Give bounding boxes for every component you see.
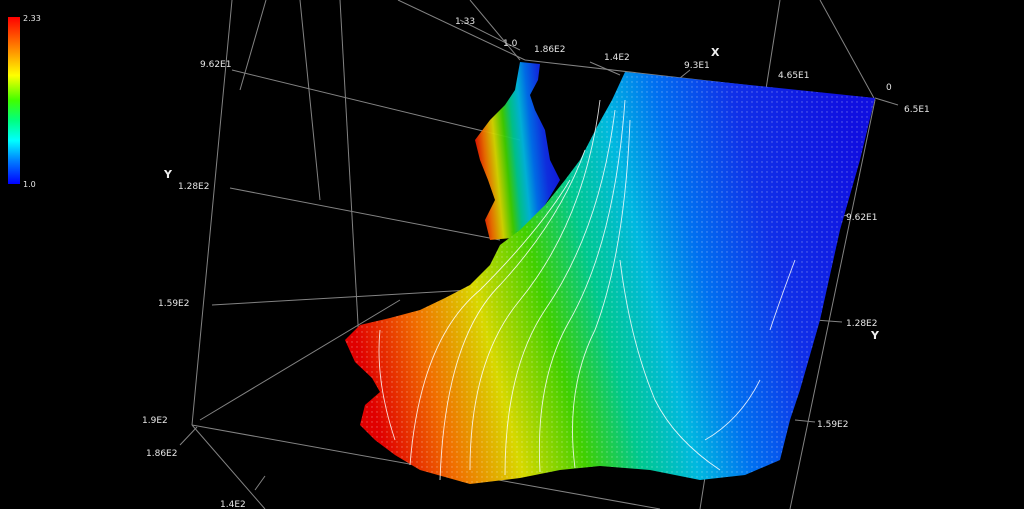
x-axis-title: X: [711, 46, 720, 59]
x-tick-93: 9.3E1: [684, 61, 710, 71]
colorbar-max-label: 2.33: [23, 14, 41, 23]
yr-tick-159: 1.59E2: [817, 420, 848, 430]
x-tick-140: 1.4E2: [604, 53, 630, 63]
yl-tick-159: 1.59E2: [158, 299, 189, 309]
y-right-axis-title: Y: [870, 329, 880, 342]
colorbar: [8, 17, 20, 184]
bottom-axis-ticks: 1.86E2 1.4E2: [146, 449, 246, 509]
z-tick-1-0: 1.0: [503, 39, 518, 49]
z-tick-1-33: 1.33: [455, 17, 475, 27]
surface-plot[interactable]: 1.33 1.0 1.86E2 1.4E2 9.3E1 4.65E1 0 X 6…: [0, 0, 1024, 509]
3d-surface-viewport[interactable]: 1.33 1.0 1.86E2 1.4E2 9.3E1 4.65E1 0 X 6…: [0, 0, 1024, 509]
yl-tick-962: 9.62E1: [200, 60, 231, 70]
y-left-axis-title: Y: [163, 168, 173, 181]
x-tick-46: 4.65E1: [778, 71, 809, 81]
yr-tick-128: 1.28E2: [846, 319, 877, 329]
colorbar-min-label: 1.0: [23, 180, 36, 189]
bottom-tick-140: 1.4E2: [220, 500, 246, 509]
y-left-axis-ticks: 9.62E1 1.28E2 1.59E2 1.9E2 Y: [142, 60, 231, 426]
x-tick-0: 0: [886, 83, 892, 93]
yl-tick-128: 1.28E2: [178, 182, 209, 192]
yr-tick-65: 6.5E1: [904, 105, 930, 115]
surface-texture: [345, 72, 875, 484]
bottom-tick-186: 1.86E2: [146, 449, 177, 459]
yr-tick-962: 9.62E1: [846, 213, 877, 223]
x-tick-186: 1.86E2: [534, 45, 565, 55]
yl-tick-19: 1.9E2: [142, 416, 168, 426]
